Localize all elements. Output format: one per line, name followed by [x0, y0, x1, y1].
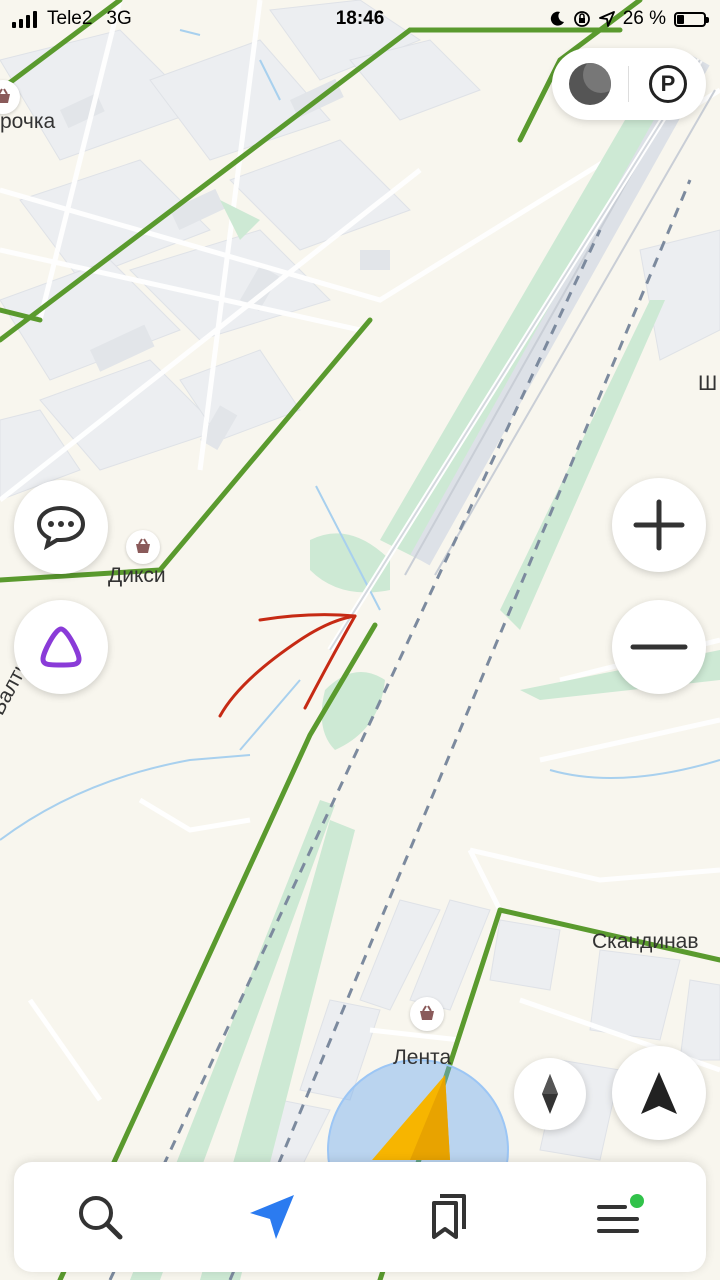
parking-icon: P — [649, 65, 687, 103]
map-label-lenta: Лента — [393, 1046, 452, 1069]
compass-button[interactable] — [514, 1058, 586, 1130]
pill-divider — [628, 66, 629, 102]
search-icon — [79, 1196, 123, 1240]
map-label-skandinav: Скандинав — [592, 930, 699, 953]
tab-menu[interactable] — [560, 1162, 680, 1272]
status-bar: Tele2 3G 18:46 26 % — [0, 0, 720, 38]
map-label-diksi: Дикси — [108, 564, 166, 587]
moon-icon — [550, 11, 564, 26]
tab-search[interactable] — [40, 1162, 160, 1272]
zoom-in-button[interactable] — [612, 478, 706, 572]
route-arrow-icon — [250, 1195, 294, 1239]
navigation-button[interactable] — [612, 1046, 706, 1140]
alice-button[interactable] — [14, 600, 108, 694]
top-controls-pill: P — [552, 48, 706, 120]
compass-icon — [542, 1074, 558, 1114]
map-label-pyaterochka: рочка — [0, 110, 56, 133]
minus-icon — [630, 644, 688, 650]
location-arrow-icon — [598, 11, 615, 27]
bookmarks-icon — [432, 1194, 466, 1239]
rotation-lock-icon — [573, 11, 590, 27]
chat-bubble-icon — [36, 505, 86, 550]
parking-button[interactable]: P — [630, 48, 706, 120]
tab-bookmarks[interactable] — [386, 1162, 506, 1272]
tab-route[interactable] — [212, 1162, 332, 1272]
alice-assistant-icon — [40, 626, 82, 668]
battery-icon — [674, 11, 709, 27]
shop-pin-lenta[interactable] — [410, 997, 444, 1031]
zoom-out-button[interactable] — [612, 600, 706, 694]
basket-icon — [136, 538, 150, 553]
layers-icon — [569, 63, 611, 105]
layers-button[interactable] — [552, 48, 628, 120]
chat-button[interactable] — [14, 480, 108, 574]
plus-icon — [633, 499, 685, 551]
shop-pin-diksi[interactable] — [126, 530, 160, 564]
tab-bar — [14, 1162, 706, 1272]
menu-icon — [597, 1194, 644, 1233]
basket-icon — [420, 1005, 434, 1020]
basket-icon — [0, 88, 10, 103]
navigation-arrow-icon — [641, 1072, 677, 1114]
battery-percent: 26 % — [622, 8, 666, 29]
map-label-sha: Ш — [698, 372, 718, 395]
